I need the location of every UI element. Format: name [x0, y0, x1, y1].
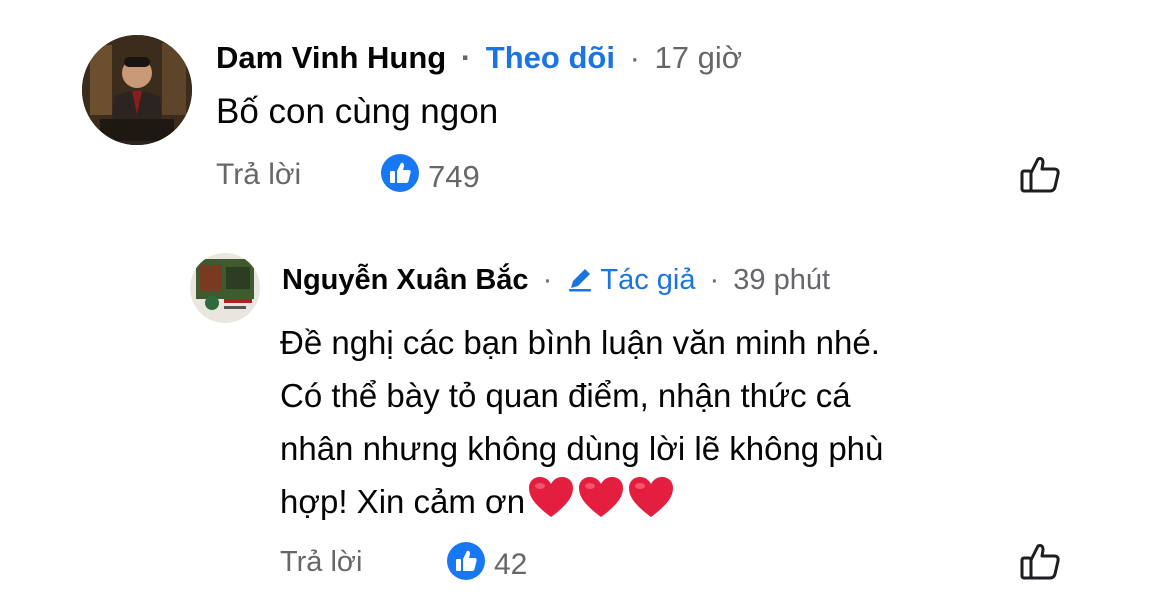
thumbs-up-outline-icon — [1020, 157, 1060, 193]
reply-text: Đề nghị các bạn bình luận văn minh nhé. … — [280, 316, 1070, 534]
thumbs-up-outline-icon — [1020, 544, 1060, 580]
red-heart-icon — [577, 475, 625, 534]
avatar-image — [82, 35, 192, 145]
like-button[interactable] — [1018, 154, 1064, 194]
red-heart-icon — [527, 475, 575, 534]
comment-time[interactable]: 17 giờ — [655, 40, 743, 75]
reaction-summary[interactable]: 42 — [446, 541, 527, 589]
reply-author-avatar[interactable] — [190, 253, 260, 323]
separator-dot: · — [709, 264, 720, 296]
reply-text-line-last: hợp! Xin cảm ơn — [280, 475, 1070, 534]
commenter-name[interactable]: Dam Vinh Hung · Theo dõi · 17 giờ — [216, 40, 742, 76]
pencil-icon — [566, 265, 594, 301]
separator-dot: · — [629, 40, 640, 75]
like-button[interactable] — [1018, 541, 1064, 581]
separator-dot: · — [460, 40, 472, 75]
reply-author-name-text[interactable]: Nguyễn Xuân Bắc — [282, 264, 529, 296]
separator-dot: · — [542, 264, 553, 296]
reply-time[interactable]: 39 phút — [733, 264, 830, 296]
reply-button[interactable]: Trả lời — [216, 158, 301, 192]
reply-text-line: nhân nhưng không dùng lời lẽ không phù — [280, 430, 884, 467]
author-badge: Tác giả — [566, 264, 703, 296]
thumbs-up-badge-icon — [446, 541, 486, 589]
like-count: 749 — [428, 159, 480, 194]
red-heart-icon — [627, 475, 675, 534]
commenter-name-text[interactable]: Dam Vinh Hung — [216, 40, 446, 75]
reply-button[interactable]: Trả lời — [280, 546, 362, 579]
commenter-avatar[interactable] — [82, 35, 192, 145]
comment-text: Bố con cùng ngon — [216, 92, 499, 131]
reaction-summary[interactable]: 749 — [380, 153, 480, 201]
like-count: 42 — [494, 548, 528, 581]
reply-author-name[interactable]: Nguyễn Xuân Bắc · Tác giả · 39 phút — [282, 264, 830, 301]
avatar-image — [190, 253, 260, 323]
reply-text-line: Có thể bày tỏ quan điểm, nhận thức cá — [280, 377, 851, 414]
reply-text-line: Đề nghị các bạn bình luận văn minh nhé. — [280, 324, 880, 361]
reply-text-line: hợp! Xin cảm ơn — [280, 483, 526, 520]
comment-thread: Dam Vinh Hung · Theo dõi · 17 giờ Bố con… — [0, 0, 1170, 608]
thumbs-up-badge-icon — [380, 153, 420, 201]
author-badge-label: Tác giả — [600, 264, 696, 296]
follow-button[interactable]: Theo dõi — [486, 40, 615, 75]
